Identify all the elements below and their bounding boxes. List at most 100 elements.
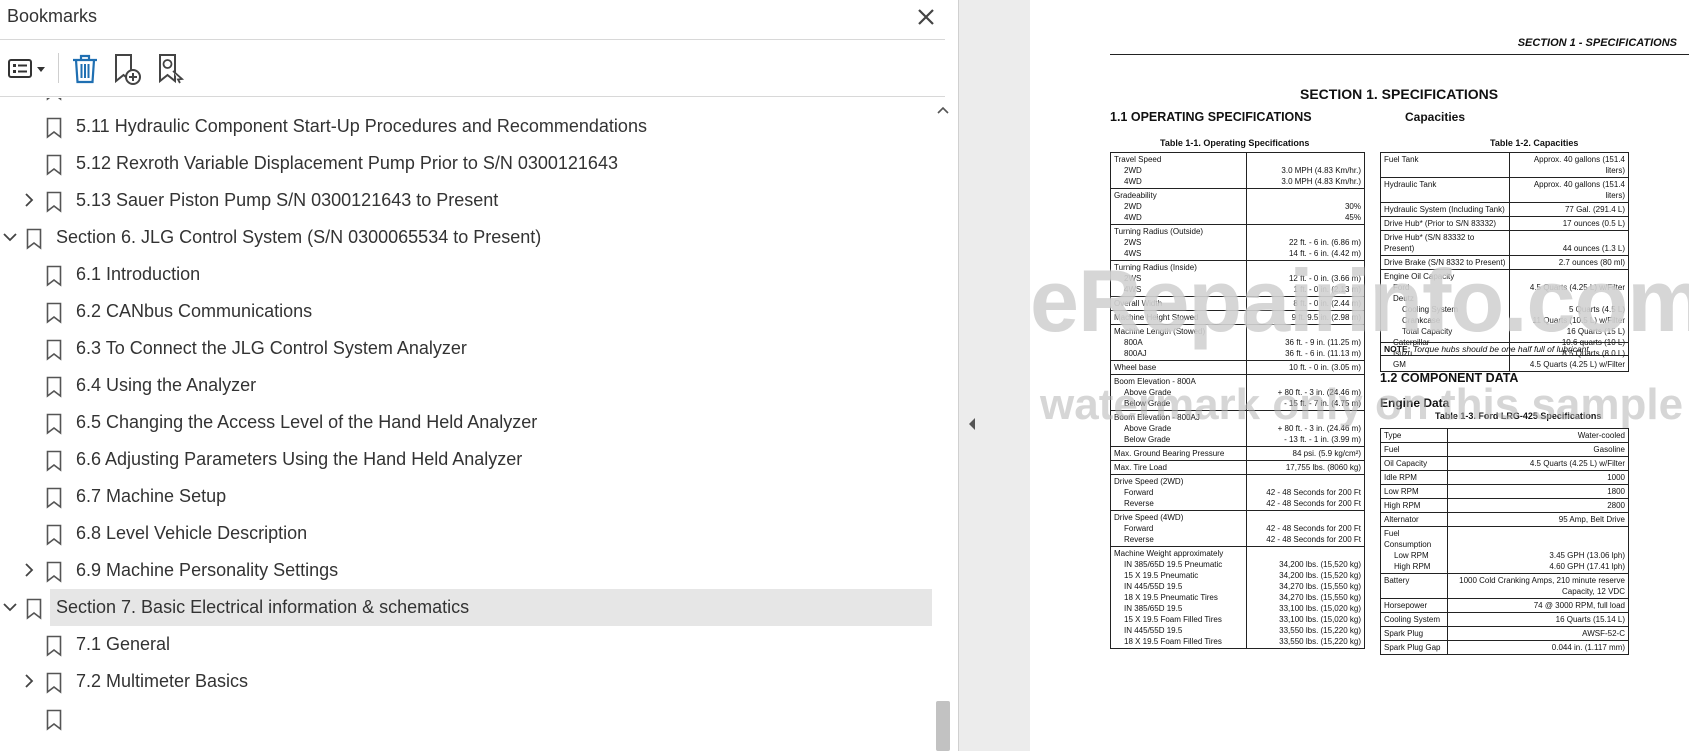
chevron-right-icon[interactable] xyxy=(20,561,38,579)
bookmark-icon xyxy=(46,487,62,509)
bookmark-icon xyxy=(46,672,62,694)
table-row: Drive Hub* (Prior to S/N 83332) 17 ounces… xyxy=(1380,216,1630,231)
bookmark-icon xyxy=(46,413,62,435)
scroll-thumb[interactable] xyxy=(936,701,950,751)
bookmark-item-section-6[interactable]: Section 6. JLG Control System (S/N 03000… xyxy=(0,219,932,256)
heading-operating-specs: 1.1 OPERATING SPECIFICATIONS xyxy=(1110,110,1312,124)
chevron-right-icon[interactable] xyxy=(20,672,38,690)
find-bookmark-button[interactable] xyxy=(154,51,188,87)
table-row: Idle RPM 1000 xyxy=(1380,470,1630,485)
table-row: Max. Tire Load 17,755 lbs. (8060 kg) xyxy=(1110,460,1365,475)
bookmark-item-clipped[interactable] xyxy=(0,700,932,737)
table-row: Horsepower 74 @ 3000 RPM, full load xyxy=(1380,598,1630,613)
table-row: Boom Elevation - 800AJ Above Grade Below G… xyxy=(1110,410,1365,447)
bookmark-label: 5.11 Hydraulic Component Start-Up Proced… xyxy=(76,116,647,136)
bookmark-label: 6.5 Changing the Access Level of the Han… xyxy=(76,412,538,432)
bookmark-item[interactable]: 5.12 Rexroth Variable Displacement Pump … xyxy=(0,145,932,182)
table-row: High RPM 2800 xyxy=(1380,498,1630,513)
bookmark-label: 6.1 Introduction xyxy=(76,264,201,284)
bookmark-icon xyxy=(46,561,62,583)
table-caption-1-1: Table 1-1. Operating Specifications xyxy=(1160,138,1310,148)
add-bookmark-button[interactable] xyxy=(110,51,144,87)
bookmark-icon xyxy=(46,191,62,213)
trash-icon xyxy=(73,54,97,84)
bookmark-item[interactable]: 6.8 Level Vehicle Description xyxy=(0,515,932,552)
table-row: Max. Ground Bearing Pressure 84 psi. (5.9… xyxy=(1110,446,1365,461)
note-box: NOTE: Torque hubs should be one half ful… xyxy=(1380,342,1629,356)
table-row: Spark Plug Gap 0.044 in. (1.117 mm) xyxy=(1380,640,1630,655)
table-row: Type Water-cooled xyxy=(1380,428,1630,443)
bookmark-item[interactable]: 5.11 Hydraulic Component Start-Up Proced… xyxy=(0,108,932,145)
scroll-up-arrow-icon[interactable] xyxy=(936,104,950,116)
bookmark-icon xyxy=(46,450,62,472)
table-row: Hydraulic System (Including Tank) 77 Gal.… xyxy=(1380,202,1630,217)
table-row: Machine Weight approximately IN 385/65D 1… xyxy=(1110,546,1365,649)
table-caption-1-3: Table 1-3. Ford LRG-425 Specifications xyxy=(1435,411,1602,421)
table-row: Machine Length (Stowed) 800A 800AJ 36 ft. … xyxy=(1110,324,1365,361)
bookmark-icon xyxy=(46,265,62,287)
bookmark-icon xyxy=(46,98,62,101)
bookmark-label: 6.9 Machine Personality Settings xyxy=(76,560,339,580)
options-menu-button[interactable] xyxy=(6,51,48,87)
panel-title: Bookmarks xyxy=(7,6,98,26)
bookmark-label: 6.8 Level Vehicle Description xyxy=(76,523,308,543)
delete-bookmark-button[interactable] xyxy=(68,51,102,87)
bookmark-label: Section 7. Basic Electrical information … xyxy=(56,597,470,617)
bookmark-label: 6.2 CANbus Communications xyxy=(76,301,313,321)
close-icon xyxy=(918,9,934,25)
bookmark-item-clipped[interactable] xyxy=(0,98,932,107)
bookmark-label: 6.7 Machine Setup xyxy=(76,486,227,506)
table-row: Travel Speed 2WD 4WD 3.0 MPH (4.83 Km/hr.)… xyxy=(1110,152,1365,189)
table-row: Spark Plug AWSF-52-C xyxy=(1380,626,1630,641)
bookmark-icon xyxy=(46,635,62,657)
bookmark-item[interactable]: 6.5 Changing the Access Level of the Han… xyxy=(0,404,932,441)
bookmark-item-section-7-selected[interactable]: Section 7. Basic Electrical information … xyxy=(0,589,932,626)
bookmark-label: 5.13 Sauer Piston Pump S/N 0300121643 to… xyxy=(76,190,499,210)
document-page: SECTION 1 - SPECIFICATIONS SECTION 1. SP… xyxy=(1030,0,1689,751)
bookmark-item[interactable]: 7.1 General xyxy=(0,626,932,663)
heading-capacities: Capacities xyxy=(1405,110,1466,124)
bookmark-icon xyxy=(46,154,62,176)
bookmark-label: Section 6. JLG Control System (S/N 03000… xyxy=(56,227,542,247)
bookmark-item[interactable]: 6.2 CANbus Communications xyxy=(0,293,932,330)
bookmarks-scrollbar[interactable] xyxy=(932,98,954,751)
bookmark-icon xyxy=(46,709,62,731)
table-row: Fuel Consumption Low RPM High RPM 3.45 GPH… xyxy=(1380,526,1630,574)
table-row: Drive Speed (4WD) Forward Reverse 42 - 48 … xyxy=(1110,510,1365,547)
panel-splitter[interactable] xyxy=(958,0,1030,751)
table-row: Gradeability 2WD 4WD 30% 45% xyxy=(1110,188,1365,225)
bookmark-icon xyxy=(46,117,62,139)
bookmark-item[interactable]: 7.2 Multimeter Basics xyxy=(0,663,932,700)
bookmark-item[interactable]: 6.9 Machine Personality Settings xyxy=(0,552,932,589)
bookmark-icon xyxy=(46,524,62,546)
toolbar-separator xyxy=(58,53,59,83)
collapse-arrow-icon[interactable] xyxy=(965,413,979,435)
bookmark-icon xyxy=(46,339,62,361)
table-row: Engine Oil Capacity Ford Deutz Cooling Syst… xyxy=(1380,269,1630,372)
bookmark-item[interactable]: 6.3 To Connect the JLG Control System An… xyxy=(0,330,932,367)
table-row: Drive Hub* (S/N 83332 to Present) 44 ounc… xyxy=(1380,230,1630,256)
table-row: Hydraulic Tank Approx. 40 gallons (151.4 … xyxy=(1380,177,1630,203)
bookmark-item[interactable]: 6.1 Introduction xyxy=(0,256,932,293)
table-row: Drive Brake (S/N 8332 to Present) 2.7 oun… xyxy=(1380,255,1630,270)
table-row: Drive Speed (2WD) Forward Reverse 42 - 48 … xyxy=(1110,474,1365,511)
table-row: Turning Radius (Outside) 2WS 4WS 22 ft. - … xyxy=(1110,224,1365,261)
bookmark-label: 7.2 Multimeter Basics xyxy=(76,671,249,691)
table-engine-specs: Type Water-cooled Fuel Gasoline Oil Capacity… xyxy=(1380,428,1630,655)
add-bookmark-icon xyxy=(115,54,141,85)
panel-header: Bookmarks xyxy=(0,0,945,40)
bookmark-item[interactable]: 5.13 Sauer Piston Pump S/N 0300121643 to… xyxy=(0,182,932,219)
chevron-right-icon[interactable] xyxy=(20,191,38,209)
bookmark-item[interactable]: 6.7 Machine Setup xyxy=(0,478,932,515)
section-title: SECTION 1. SPECIFICATIONS xyxy=(1300,86,1499,102)
bookmark-icon xyxy=(26,228,42,250)
bookmark-item[interactable]: 6.6 Adjusting Parameters Using the Hand … xyxy=(0,441,932,478)
bookmarks-panel: Bookmarks 5.11 Hydraulic Component Start… xyxy=(0,0,960,751)
bookmark-label: 6.4 Using the Analyzer xyxy=(76,375,257,395)
bookmark-item[interactable]: 6.4 Using the Analyzer xyxy=(0,367,932,404)
bookmark-label: 6.3 To Connect the JLG Control System An… xyxy=(76,338,467,358)
chevron-down-icon[interactable] xyxy=(1,228,19,246)
chevron-down-icon[interactable] xyxy=(1,598,19,616)
close-button[interactable] xyxy=(912,3,940,31)
bookmark-label: 7.1 General xyxy=(76,634,171,654)
